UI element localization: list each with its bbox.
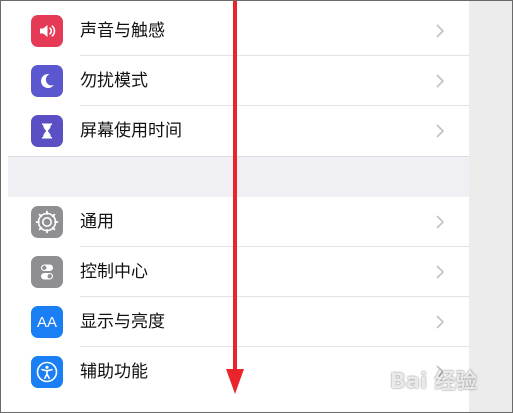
moon-icon xyxy=(31,65,63,97)
settings-item-label: 勿扰模式 xyxy=(80,71,148,91)
accessibility-icon xyxy=(31,356,63,388)
watermark: Bai 经验 xyxy=(390,369,477,393)
gear-icon xyxy=(31,206,63,238)
settings-item-label: 显示与亮度 xyxy=(80,312,165,332)
settings-item-label: 通用 xyxy=(80,212,114,232)
chevron-right-icon xyxy=(436,315,444,329)
text-size-glyph: AA xyxy=(36,313,57,331)
chevron-right-icon xyxy=(436,215,444,229)
hourglass-icon xyxy=(31,115,63,147)
down-arrow-icon xyxy=(226,1,244,394)
right-background-strip xyxy=(469,1,512,412)
chevron-right-icon xyxy=(436,265,444,279)
screenshot-frame: 声音与触感 勿扰模式 屏幕使用时间 通用 控制中心 AA 显示与亮度 辅助功能 … xyxy=(0,0,513,413)
toggles-icon xyxy=(31,256,63,288)
chevron-right-icon xyxy=(436,124,444,138)
settings-item-label: 声音与触感 xyxy=(80,21,165,41)
chevron-right-icon xyxy=(436,24,444,38)
chevron-right-icon xyxy=(436,74,444,88)
text-size-icon: AA xyxy=(31,306,63,338)
settings-item-label: 屏幕使用时间 xyxy=(80,121,182,141)
settings-item-label: 控制中心 xyxy=(80,262,148,282)
settings-item-label: 辅助功能 xyxy=(80,362,148,382)
speaker-icon xyxy=(31,15,63,47)
